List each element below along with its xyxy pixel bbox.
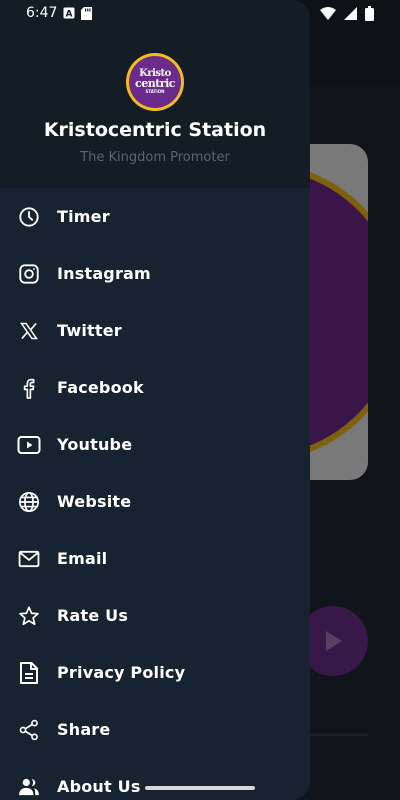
text-notification-icon: A [63,7,75,19]
logo-text-line-2: centric [135,77,175,90]
star-icon [17,604,41,628]
logo-text-line-3: STATION [145,89,165,94]
sd-card-icon [81,6,93,20]
menu-item-label: Email [57,549,108,568]
menu-item-label: Share [57,720,111,739]
menu-item-share[interactable]: Share [0,701,310,758]
station-tagline: The Kingdom Promoter [80,150,230,165]
menu-item-label: Twitter [57,321,122,340]
menu-item-instagram[interactable]: Instagram [0,245,310,302]
instagram-icon [17,262,41,286]
station-name: Kristocentric Station [43,119,267,141]
svg-text:A: A [66,10,73,20]
menu-item-label: Timer [57,207,110,226]
menu-item-twitter[interactable]: Twitter [0,302,310,359]
youtube-icon [17,433,41,457]
menu-item-label: Instagram [57,264,151,283]
menu-item-label: Rate Us [57,606,129,625]
menu-item-timer[interactable]: Timer [0,188,310,245]
status-bar: 6:47 A [0,0,400,26]
signal-icon [344,6,357,20]
email-icon [17,547,41,571]
menu-item-privacy-policy[interactable]: Privacy Policy [0,644,310,701]
menu-item-label: Privacy Policy [57,663,186,682]
menu-item-facebook[interactable]: Facebook [0,359,310,416]
menu-item-email[interactable]: Email [0,530,310,587]
status-time: 6:47 [26,5,58,21]
menu-item-label: Website [57,492,132,511]
navigation-drawer: Kristo centric STATION Kristocentric Sta… [0,0,310,800]
people-icon [17,775,41,799]
drawer-menu: Timer Instagram Twitter Facebook Youtube [0,188,310,800]
menu-item-rate-us[interactable]: Rate Us [0,587,310,644]
menu-item-youtube[interactable]: Youtube [0,416,310,473]
drawer-header: Kristo centric STATION Kristocentric Sta… [0,0,310,188]
wifi-icon [320,6,336,20]
menu-item-label: Facebook [57,378,144,397]
menu-item-about-us[interactable]: About Us [0,758,310,800]
share-icon [17,718,41,742]
battery-icon [365,5,374,21]
clock-icon [17,205,41,229]
menu-item-label: Youtube [57,435,133,454]
menu-item-label: About Us [57,777,141,796]
document-icon [17,661,41,685]
home-indicator[interactable] [145,786,255,790]
station-logo: Kristo centric STATION [126,53,184,111]
globe-icon [17,490,41,514]
x-twitter-icon [17,319,41,343]
facebook-icon [17,376,41,400]
menu-item-website[interactable]: Website [0,473,310,530]
